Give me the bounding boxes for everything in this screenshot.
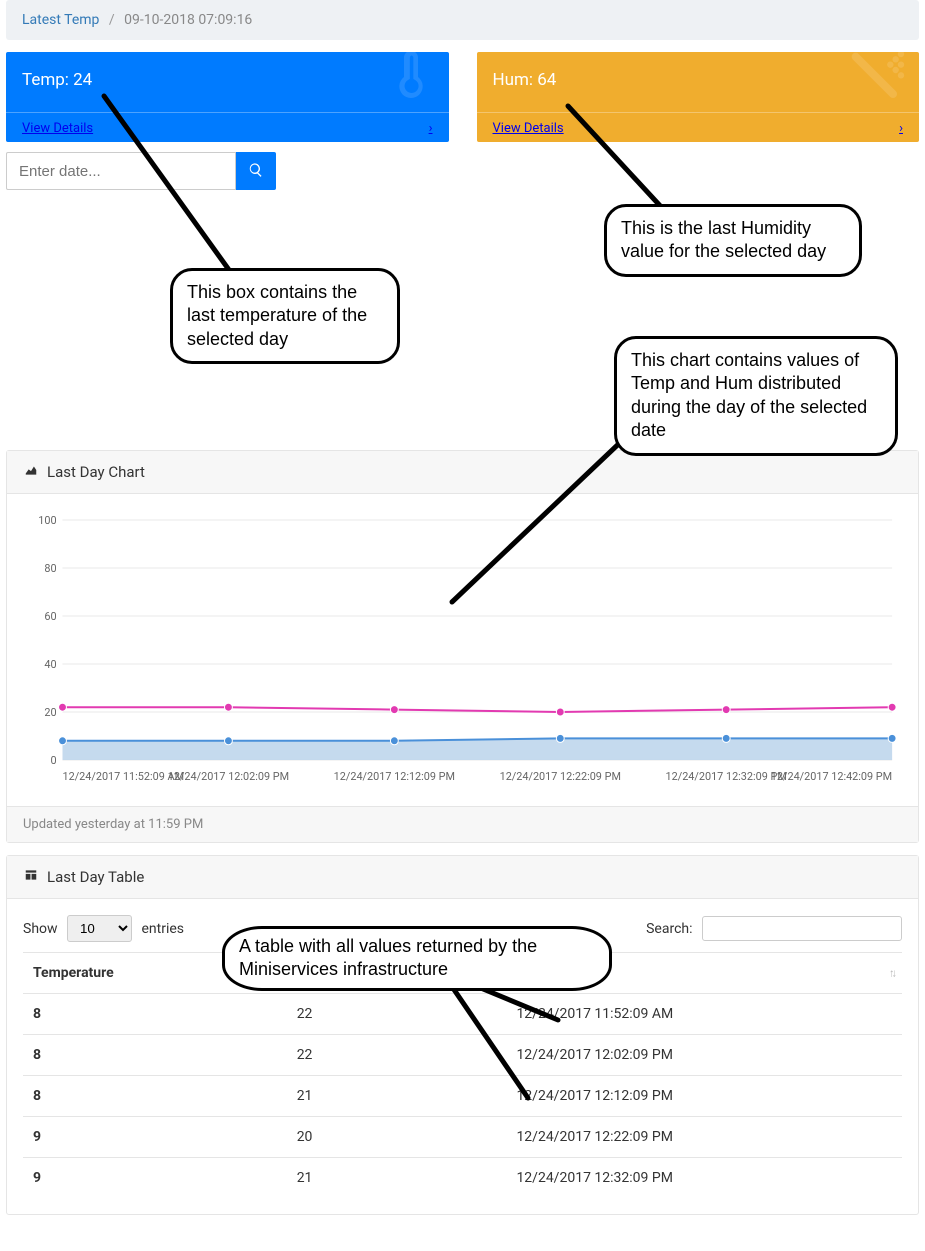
- chart-panel-title: Last Day Chart: [47, 463, 145, 481]
- search-button[interactable]: [236, 152, 276, 190]
- table-cell: 12/24/2017 11:52:09 AM: [506, 994, 902, 1035]
- search-icon: [248, 162, 264, 181]
- table-cell: 12/24/2017 12:32:09 PM: [506, 1158, 902, 1199]
- annotation-temp-box: This box contains the last temperature o…: [170, 268, 400, 364]
- svg-text:12/24/2017 11:52:09 AM: 12/24/2017 11:52:09 AM: [63, 770, 185, 783]
- sort-icon: ↑↓: [889, 967, 894, 980]
- table-cell: 20: [287, 1117, 507, 1158]
- chart-panel-footer: Updated yesterday at 11:59 PM: [7, 806, 918, 842]
- table-row: 92112/24/2017 12:32:09 PM: [23, 1158, 902, 1199]
- svg-text:0: 0: [50, 754, 56, 767]
- annotation-table-box: A table with all values returned by the …: [222, 926, 612, 991]
- svg-text:20: 20: [44, 706, 56, 719]
- hum-card: Hum: 64 View Details ›: [477, 52, 920, 142]
- breadcrumb-link-latest-temp[interactable]: Latest Temp: [22, 12, 99, 28]
- hum-view-details-link[interactable]: View Details ›: [477, 112, 920, 142]
- svg-text:100: 100: [38, 514, 56, 527]
- table-cell: 22: [287, 1035, 507, 1076]
- page-size-select[interactable]: 10: [67, 915, 132, 942]
- entries-label: entries: [142, 921, 185, 937]
- temp-view-details-label: View Details: [22, 121, 93, 136]
- breadcrumb-separator: /: [109, 12, 115, 28]
- svg-text:12/24/2017 12:32:09 PM: 12/24/2017 12:32:09 PM: [666, 770, 787, 783]
- breadcrumb: Latest Temp / 09-10-2018 07:09:16: [6, 0, 919, 40]
- table-row: 92012/24/2017 12:22:09 PM: [23, 1117, 902, 1158]
- thermometer-icon: [383, 52, 439, 107]
- chart-panel: Last Day Chart 0 20 40 60 80 100 12/24/2017 11…: [6, 450, 919, 843]
- table-row: 82212/24/2017 12:02:09 PM: [23, 1035, 902, 1076]
- svg-text:60: 60: [44, 610, 56, 623]
- table-panel-title: Last Day Table: [47, 868, 144, 886]
- svg-text:12/24/2017 12:02:09 PM: 12/24/2017 12:02:09 PM: [168, 770, 289, 783]
- shower-icon: [845, 52, 909, 115]
- table-cell: 12/24/2017 12:22:09 PM: [506, 1117, 902, 1158]
- table-panel: Last Day Table Show 10 entries Search: T…: [6, 855, 919, 1215]
- hum-view-details-label: View Details: [493, 121, 564, 136]
- table-cell: 12/24/2017 12:12:09 PM: [506, 1076, 902, 1117]
- table-cell: 22: [287, 994, 507, 1035]
- temp-card-label: Temp: 24: [22, 70, 92, 90]
- table-search-control: Search:: [646, 916, 902, 941]
- svg-text:80: 80: [44, 562, 56, 575]
- table-cell: 8: [23, 994, 287, 1035]
- table-search-label: Search:: [646, 921, 692, 937]
- table-search-input[interactable]: [702, 916, 902, 941]
- svg-text:12/24/2017 12:42:09 PM: 12/24/2017 12:42:09 PM: [771, 770, 892, 783]
- annotation-chart-box: This chart contains values of Temp and H…: [614, 336, 898, 456]
- date-search-input[interactable]: [6, 152, 236, 190]
- table-row: 82112/24/2017 12:12:09 PM: [23, 1076, 902, 1117]
- breadcrumb-current: 09-10-2018 07:09:16: [124, 12, 252, 28]
- svg-text:12/24/2017 12:12:09 PM: 12/24/2017 12:12:09 PM: [334, 770, 455, 783]
- table-icon: [23, 868, 39, 886]
- page-size-control: Show 10 entries: [23, 915, 184, 942]
- show-label: Show: [23, 921, 58, 937]
- table-cell: 9: [23, 1158, 287, 1199]
- svg-text:40: 40: [44, 658, 56, 671]
- temp-card: Temp: 24 View Details ›: [6, 52, 449, 142]
- table-cell: 9: [23, 1117, 287, 1158]
- chevron-right-icon: ›: [429, 121, 433, 136]
- temp-view-details-link[interactable]: View Details ›: [6, 112, 449, 142]
- area-chart-icon: [23, 463, 39, 481]
- last-day-chart: 02040608010012/24/2017 11:52:09 AM12/24/…: [23, 510, 902, 790]
- annotation-hum-box: This is the last Humidity value for the …: [604, 204, 862, 277]
- table-cell: 8: [23, 1076, 287, 1117]
- table-cell: 21: [287, 1076, 507, 1117]
- hum-card-label: Hum: 64: [493, 70, 557, 90]
- table-cell: 12/24/2017 12:02:09 PM: [506, 1035, 902, 1076]
- table-cell: 21: [287, 1158, 507, 1199]
- table-cell: 8: [23, 1035, 287, 1076]
- svg-text:12/24/2017 12:22:09 PM: 12/24/2017 12:22:09 PM: [500, 770, 621, 783]
- table-row: 82212/24/2017 11:52:09 AM: [23, 994, 902, 1035]
- chevron-right-icon: ›: [899, 121, 903, 136]
